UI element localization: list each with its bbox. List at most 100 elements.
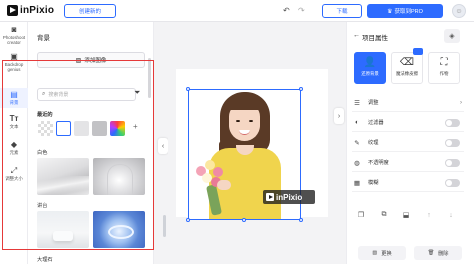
resize-handle[interactable]	[186, 218, 190, 222]
duplicate-icon[interactable]: ❐	[353, 208, 369, 222]
rotate-handle[interactable]	[242, 218, 246, 222]
pro-badge	[413, 48, 423, 55]
rail-item-text[interactable]: Tт 文本	[0, 114, 28, 132]
rail-item-photoshoot[interactable]: ◙ Photoshoot creator	[0, 25, 28, 47]
blur-icon: ▦	[353, 179, 361, 187]
resize-handle[interactable]	[299, 87, 303, 91]
background-thumbnail[interactable]	[37, 158, 89, 195]
align-icon[interactable]: ⧉	[376, 208, 392, 222]
add-image-button[interactable]: ▨ 添加图像	[37, 52, 145, 68]
filter-icon[interactable]: ⏷	[134, 88, 140, 98]
app-name: inPixio	[20, 5, 55, 16]
background-icon: ▤	[10, 90, 18, 99]
filter-label: 过滤器	[368, 120, 384, 126]
swatch-gray[interactable]	[92, 121, 107, 136]
rail-item-resize[interactable]: ⤢ 调整大小	[0, 166, 28, 184]
logo-mark-icon	[7, 5, 18, 16]
restore-background-button[interactable]: 👤 还原背景	[354, 52, 386, 84]
resize-handle[interactable]	[186, 87, 190, 91]
swatch-color-picker[interactable]	[110, 121, 125, 136]
panel-scrollbar[interactable]	[148, 58, 151, 98]
collapse-left-panel-button[interactable]: ‹	[158, 138, 168, 154]
panel-scrollbar[interactable]	[163, 215, 166, 237]
background-thumbnail[interactable]	[37, 211, 89, 248]
replace-label: 更换	[381, 250, 392, 257]
opacity-toggle[interactable]	[445, 158, 460, 167]
watermark: inPixio	[263, 190, 315, 204]
image-icon: ▣	[10, 52, 18, 61]
opacity-icon: ◍	[354, 159, 360, 167]
camera-icon: ◙	[11, 25, 17, 34]
watermark-text: inPixio	[276, 192, 303, 202]
delete-label: 删除	[438, 250, 449, 257]
add-image-label: 添加图像	[84, 58, 107, 64]
rail-label-backdrop: Backdrop genius	[4, 62, 24, 72]
resize-icon: ⤢	[10, 166, 18, 175]
filter-toggle[interactable]	[445, 118, 460, 127]
texture-row[interactable]: ✎ 纹理	[352, 134, 464, 152]
blur-toggle[interactable]	[445, 178, 460, 187]
get-pro-button[interactable]: ♛ 获取到PRO	[367, 4, 443, 18]
properties-title: 项目属性	[362, 35, 388, 42]
user-avatar[interactable]: ☺	[452, 4, 466, 18]
layers-icon[interactable]: ◈	[444, 29, 460, 43]
app-logo[interactable]: inPixio	[7, 5, 54, 16]
background-search-input[interactable]: ⌕ 搜索背景	[37, 88, 136, 101]
delete-button[interactable]: 🗑 删除	[414, 246, 462, 260]
crown-icon: ♛	[387, 8, 393, 15]
download-button[interactable]: 下载	[322, 4, 362, 18]
create-new-button[interactable]: 创建新的	[64, 4, 116, 18]
elements-icon: ◆	[10, 140, 18, 149]
rail-label-resize: 调整大小	[5, 176, 23, 181]
watermark-logo-icon	[266, 193, 274, 201]
redo-icon[interactable]: ↷	[298, 6, 305, 15]
section-studio-label: 讲台	[37, 203, 48, 209]
swatch-transparent[interactable]	[38, 121, 53, 136]
filter-row[interactable]: ◐ 过滤器	[352, 114, 464, 132]
background-thumbnail[interactable]	[93, 211, 145, 248]
section-white-label: 白色	[37, 150, 48, 156]
background-thumbnail[interactable]	[93, 158, 145, 195]
resize-handle[interactable]	[299, 218, 303, 222]
texture-toggle[interactable]	[445, 138, 460, 147]
section-marble-label: 大理石	[37, 257, 53, 263]
move-down-icon[interactable]: ↓	[443, 208, 459, 222]
collapse-right-panel-button[interactable]: ›	[334, 108, 344, 124]
search-icon: ⌕	[42, 91, 46, 97]
trash-icon: 🗑	[427, 250, 435, 256]
texture-icon: ✎	[354, 139, 360, 147]
adjust-label: 调整	[368, 100, 379, 106]
rail-label-text: 文本	[9, 124, 19, 129]
swatch-light-gray[interactable]	[74, 121, 89, 136]
section-recent-label: 最近的	[37, 112, 53, 118]
magic-eraser-button[interactable]: ⌫ 魔法橡皮擦	[391, 52, 423, 84]
swatch-white[interactable]	[56, 121, 71, 136]
magic-eraser-label: 魔法橡皮擦	[396, 71, 418, 76]
texture-label: 纹理	[368, 140, 379, 146]
opacity-row[interactable]: ◍ 不透明度	[352, 154, 464, 172]
rail-item-elements[interactable]: ◆ 元素	[0, 140, 28, 158]
adjust-row[interactable]: ☰ 调整 ›	[352, 94, 464, 112]
sliders-icon: ☰	[354, 99, 360, 107]
search-placeholder: 搜索背景	[48, 92, 69, 98]
crop-icon: ⛶	[440, 57, 448, 68]
image-icon: ▨	[75, 57, 82, 64]
panel-title: 背景	[37, 35, 50, 42]
rail-item-background[interactable]: ▤ 背景	[0, 88, 28, 108]
replace-button[interactable]: ▨ 更换	[358, 246, 406, 260]
person-icon: 👤	[363, 57, 377, 68]
blur-label: 模糊	[368, 180, 379, 186]
add-color-icon[interactable]: +	[133, 122, 138, 131]
chevron-right-icon: ›	[460, 99, 462, 106]
move-up-icon[interactable]: ↑	[421, 208, 437, 222]
rail-item-backdrop[interactable]: ▣ Backdrop genius	[0, 52, 28, 74]
back-arrow-icon[interactable]: ←	[353, 32, 360, 39]
undo-icon[interactable]: ↶	[283, 6, 290, 15]
restore-background-label: 还原背景	[361, 71, 379, 76]
filter-icon: ◐	[355, 119, 359, 126]
text-icon: Tт	[9, 114, 19, 123]
flip-icon[interactable]: ⬓	[398, 208, 414, 222]
crop-button[interactable]: ⛶ 作物	[428, 52, 460, 84]
blur-row[interactable]: ▦ 模糊	[352, 174, 464, 192]
rail-label-background: 背景	[9, 100, 19, 105]
